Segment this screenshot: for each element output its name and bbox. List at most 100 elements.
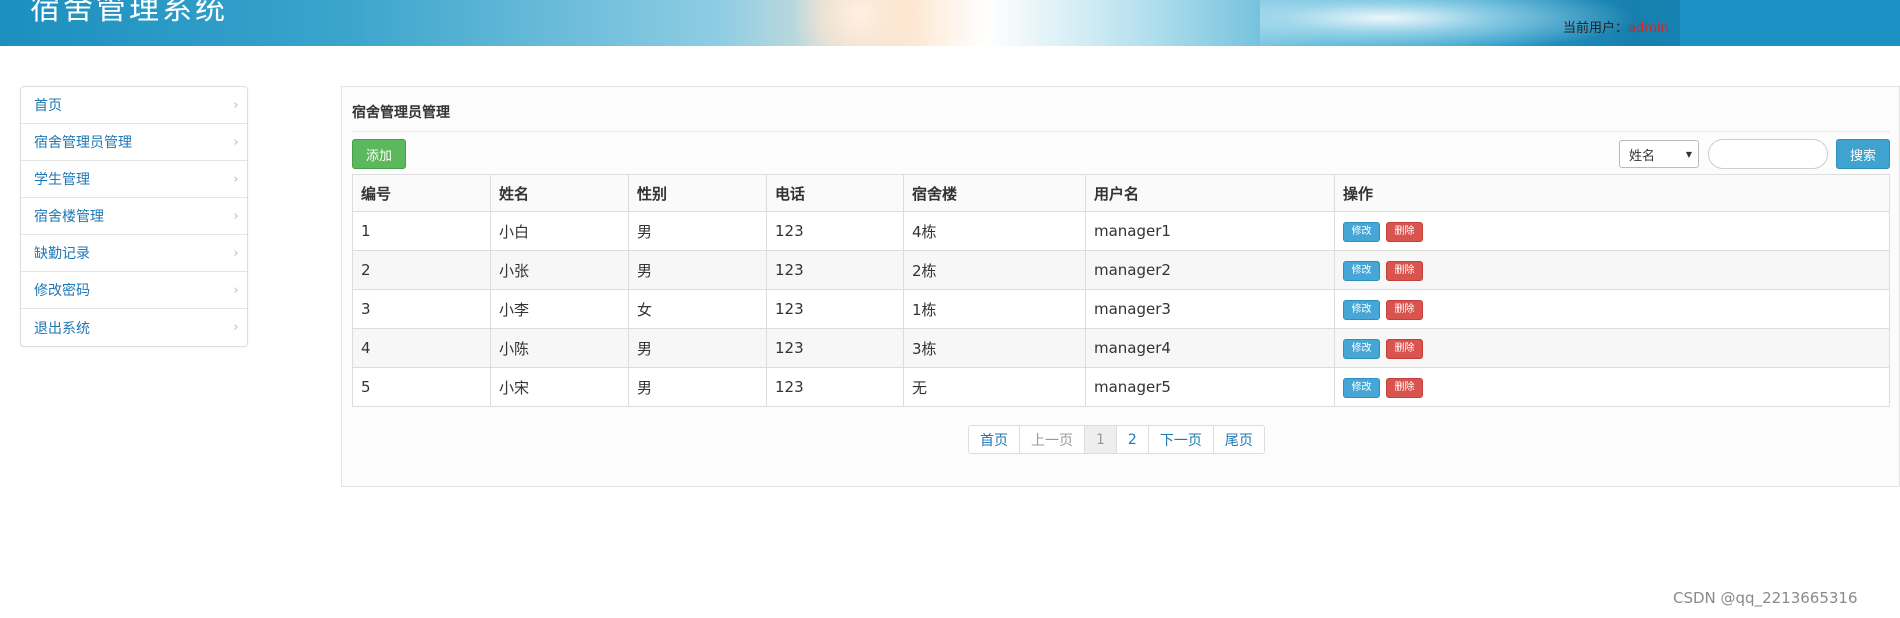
delete-button[interactable]: 删除 [1386, 222, 1423, 242]
search-field-select[interactable]: 姓名 ▼ [1619, 140, 1699, 168]
current-user-label: 当前用户： [1563, 21, 1629, 36]
caret-down-icon: ▼ [1685, 150, 1692, 159]
add-button[interactable]: 添加 [352, 139, 406, 169]
pagination-page-1[interactable]: 1 [1085, 426, 1117, 453]
pagination-first[interactable]: 首页 [969, 426, 1020, 453]
cell-name: 小宋 [490, 367, 629, 407]
cell-actions: 修改 删除 [1334, 328, 1890, 368]
chevron-right-icon: › [233, 171, 239, 187]
banner-sun-decoration [780, 0, 940, 46]
cell-name: 小陈 [490, 328, 629, 368]
cell-username: manager5 [1085, 367, 1335, 407]
pagination: 首页 上一页 1 2 下一页 尾页 [968, 425, 1265, 454]
column-header-gender: 性别 [628, 174, 767, 212]
cell-gender: 男 [628, 250, 767, 290]
sidebar-item-home[interactable]: 首页 › [21, 87, 247, 124]
cell-actions: 修改 删除 [1334, 367, 1890, 407]
banner-right-block [1680, 0, 1900, 46]
cell-building: 2栋 [903, 250, 1086, 290]
cell-building: 4栋 [903, 211, 1086, 251]
sidebar-item-absence-records[interactable]: 缺勤记录 › [21, 235, 247, 272]
chevron-right-icon: › [233, 320, 239, 335]
column-header-actions: 操作 [1334, 174, 1890, 212]
managers-table: 编号 姓名 性别 电话 宿舍楼 用户名 操作 1 小白 男 123 4栋 man… [352, 174, 1890, 407]
edit-button[interactable]: 修改 [1343, 222, 1380, 242]
header-banner: 宿舍管理系统 当前用户：admin [0, 0, 1900, 46]
chevron-right-icon: › [233, 97, 239, 113]
watermark: CSDN @qq_2213665316 [1673, 589, 1858, 607]
sidebar-item-buildings[interactable]: 宿舍楼管理 › [21, 198, 247, 235]
cell-phone: 123 [766, 328, 904, 368]
cell-phone: 123 [766, 367, 904, 407]
edit-button[interactable]: 修改 [1343, 378, 1380, 398]
cell-building: 1栋 [903, 289, 1086, 329]
column-header-id: 编号 [352, 174, 491, 212]
cell-id: 3 [352, 289, 491, 329]
sidebar-item-label: 宿舍楼管理 [34, 209, 104, 225]
delete-button[interactable]: 删除 [1386, 261, 1423, 281]
chevron-right-icon: › [233, 134, 239, 150]
pagination-page-2[interactable]: 2 [1117, 426, 1149, 453]
cell-building: 3栋 [903, 328, 1086, 368]
pagination-last[interactable]: 尾页 [1214, 426, 1264, 453]
cell-actions: 修改 删除 [1334, 250, 1890, 290]
current-user-name: admin [1628, 21, 1669, 36]
page-title: 宿舍管理员管理 [352, 105, 450, 121]
delete-button[interactable]: 删除 [1386, 339, 1423, 359]
table-row: 3 小李 女 123 1栋 manager3 修改 删除 [352, 289, 1890, 329]
cell-gender: 男 [628, 211, 767, 251]
search-button[interactable]: 搜索 [1836, 139, 1890, 169]
sidebar-item-students[interactable]: 学生管理 › [21, 161, 247, 198]
column-header-building: 宿舍楼 [903, 174, 1086, 212]
table-header-row: 编号 姓名 性别 电话 宿舍楼 用户名 操作 [352, 174, 1890, 212]
cell-gender: 男 [628, 367, 767, 407]
cell-id: 1 [352, 211, 491, 251]
cell-name: 小李 [490, 289, 629, 329]
sidebar-item-logout[interactable]: 退出系统 › [21, 309, 247, 346]
cell-gender: 男 [628, 328, 767, 368]
chevron-right-icon: › [233, 208, 239, 224]
table-row: 5 小宋 男 123 无 manager5 修改 删除 [352, 367, 1890, 407]
cell-id: 4 [352, 328, 491, 368]
edit-button[interactable]: 修改 [1343, 300, 1380, 320]
cell-gender: 女 [628, 289, 767, 329]
sidebar-item-label: 退出系统 [34, 320, 90, 337]
cell-phone: 123 [766, 250, 904, 290]
sidebar-item-label: 宿舍管理员管理 [34, 135, 132, 151]
cell-username: manager3 [1085, 289, 1335, 329]
cell-username: manager1 [1085, 211, 1335, 251]
current-user: 当前用户：admin [1563, 17, 1669, 36]
app-title: 宿舍管理系统 [30, 0, 228, 27]
cell-username: manager2 [1085, 250, 1335, 290]
edit-button[interactable]: 修改 [1343, 339, 1380, 359]
cell-id: 2 [352, 250, 491, 290]
sidebar-item-label: 缺勤记录 [34, 246, 90, 262]
cell-building: 无 [903, 367, 1086, 407]
cell-name: 小白 [490, 211, 629, 251]
cell-actions: 修改 删除 [1334, 289, 1890, 329]
column-header-phone: 电话 [766, 174, 904, 212]
search-input[interactable] [1708, 139, 1828, 169]
chevron-right-icon: › [233, 282, 239, 298]
table-row: 1 小白 男 123 4栋 manager1 修改 删除 [352, 211, 1890, 251]
delete-button[interactable]: 删除 [1386, 378, 1423, 398]
cell-phone: 123 [766, 289, 904, 329]
sidebar-item-label: 修改密码 [34, 283, 90, 299]
column-header-name: 姓名 [490, 174, 629, 212]
cell-id: 5 [352, 367, 491, 407]
cell-name: 小张 [490, 250, 629, 290]
sidebar-nav: 首页 › 宿舍管理员管理 › 学生管理 › 宿舍楼管理 › 缺勤记录 › 修改密… [20, 86, 248, 347]
sidebar-item-label: 学生管理 [34, 172, 90, 188]
pagination-next[interactable]: 下一页 [1149, 426, 1214, 453]
sidebar-item-change-password[interactable]: 修改密码 › [21, 272, 247, 309]
edit-button[interactable]: 修改 [1343, 261, 1380, 281]
column-header-username: 用户名 [1085, 174, 1335, 212]
table-row: 2 小张 男 123 2栋 manager2 修改 删除 [352, 250, 1890, 290]
table-row: 4 小陈 男 123 3栋 manager4 修改 删除 [352, 328, 1890, 368]
cell-username: manager4 [1085, 328, 1335, 368]
pagination-prev: 上一页 [1020, 426, 1085, 453]
delete-button[interactable]: 删除 [1386, 300, 1423, 320]
chevron-right-icon: › [233, 245, 239, 261]
sidebar-item-dorm-managers[interactable]: 宿舍管理员管理 › [21, 124, 247, 161]
title-divider [352, 131, 1890, 132]
